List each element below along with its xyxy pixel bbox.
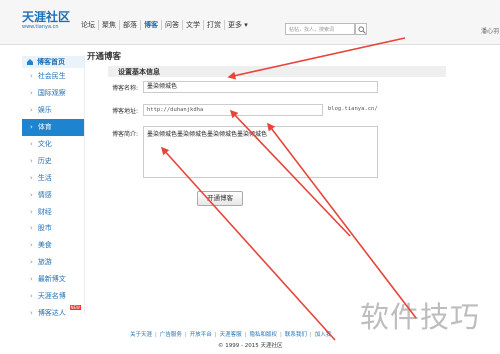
annotation-arrows — [160, 37, 417, 341]
arrow-to-url-field — [229, 109, 351, 237]
arrow-to-url-field-2 — [267, 122, 417, 319]
arrow-to-section-title — [227, 37, 406, 80]
